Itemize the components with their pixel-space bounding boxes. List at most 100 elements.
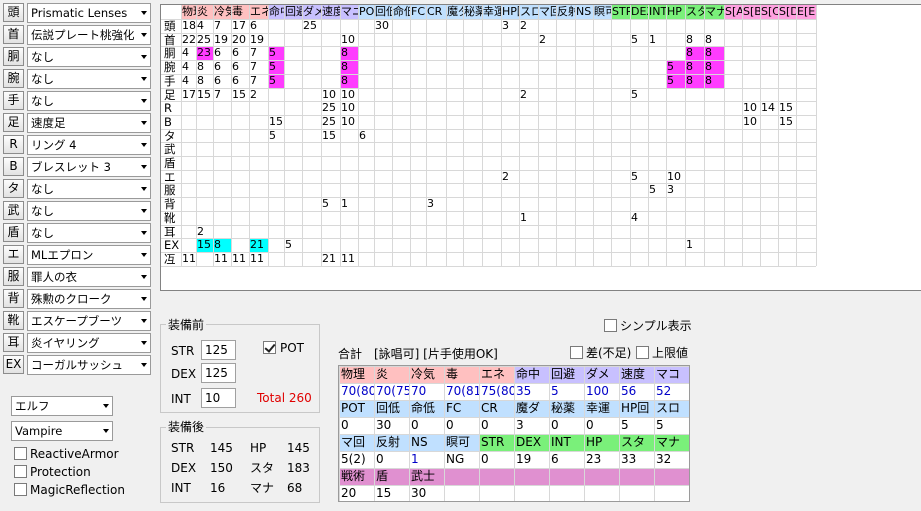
slot-button[interactable]: 頭 (3, 3, 24, 22)
slot-button[interactable]: 耳 (3, 333, 24, 352)
slot-select[interactable]: なし (27, 179, 151, 199)
grid-cell (796, 19, 816, 33)
buff-checkbox[interactable] (14, 447, 27, 460)
slot-button[interactable]: 武 (3, 201, 24, 220)
grid-cell (630, 197, 648, 211)
grid-cell (796, 33, 816, 47)
grid-cell (630, 129, 648, 143)
slot-select[interactable]: 炎イヤリング (27, 333, 151, 353)
slot-button[interactable]: 靴 (3, 311, 24, 330)
grid-cell (410, 115, 426, 129)
summary-header (514, 468, 549, 485)
grid-cell: 15 (779, 101, 793, 115)
slot-select[interactable]: 罪人の衣 (27, 267, 151, 287)
grid-cell (519, 197, 538, 211)
buff-checkbox[interactable] (14, 483, 27, 496)
grid-cell: 15 (196, 238, 213, 253)
slot-select[interactable]: なし (27, 223, 151, 243)
grid-cell (630, 115, 648, 129)
grid-cell (538, 252, 556, 266)
slot-select[interactable]: リング 4 (27, 135, 151, 155)
summary-value: 70(75) (376, 384, 409, 398)
grid-cell (358, 33, 374, 47)
slot-button[interactable]: EX (3, 355, 24, 374)
int-input[interactable]: 10 (201, 388, 236, 408)
grid-cell (302, 183, 321, 197)
slot-select[interactable]: なし (27, 201, 151, 221)
race-select[interactable]: エルフ (11, 396, 113, 416)
buff-checkbox[interactable] (14, 465, 27, 478)
vampire-select[interactable]: Vampire (11, 421, 113, 441)
summary-value: 19 (516, 452, 532, 466)
grid-cell (410, 170, 426, 184)
str-input[interactable]: 125 (201, 340, 236, 360)
grid-cell (593, 156, 611, 170)
slot-button[interactable]: 首 (3, 25, 24, 44)
grid-cell (519, 238, 538, 252)
slot-select[interactable]: なし (27, 91, 151, 111)
grid-cell (482, 129, 501, 143)
grid-cell (796, 74, 816, 88)
slot-select[interactable]: エスケープブーツ (27, 311, 151, 331)
dex-input[interactable]: 125 (201, 363, 236, 383)
slot-select-value: なし (31, 226, 54, 240)
slot-button[interactable]: タ (3, 179, 24, 198)
grid-cell (778, 183, 796, 197)
slot-select[interactable]: 殊勲のクローク (27, 289, 151, 309)
slot-select[interactable]: なし (27, 47, 151, 67)
slot-select[interactable]: 速度足 (27, 113, 151, 133)
slot-select-value: MLエプロン (31, 248, 94, 262)
slot-button[interactable]: 腕 (3, 69, 24, 88)
slot-select[interactable]: 伝説プレート桃強化 (27, 25, 151, 45)
slot-button[interactable]: 盾 (3, 223, 24, 242)
grid-line (501, 5, 502, 266)
grid-line (161, 225, 816, 226)
slot-button[interactable]: B (3, 157, 24, 176)
buff-label: ReactiveArmor (30, 447, 119, 461)
grid-col-header: HP (666, 5, 685, 19)
grid-cell (392, 211, 410, 225)
grid-cell (284, 197, 302, 211)
slot-button[interactable]: 足 (3, 113, 24, 132)
slot-button[interactable]: 手 (3, 91, 24, 110)
summary-header: 反射 (374, 434, 409, 451)
grid-cell (556, 33, 575, 47)
slot-button[interactable]: エ (3, 245, 24, 264)
slot-select[interactable]: ブレスレット 3 (27, 157, 151, 177)
grid-col-header: S[C (760, 5, 778, 19)
slot-button[interactable]: R (3, 135, 24, 154)
grid-cell (249, 211, 268, 225)
grid-line (161, 46, 816, 47)
slot-select[interactable]: Prismatic Lenses (27, 3, 151, 23)
diff-checkbox[interactable] (570, 346, 583, 359)
grid-cell (374, 197, 392, 211)
grid-cell: 1 (520, 210, 527, 224)
grid-cell (538, 46, 556, 60)
slot-row: 服罪人の衣 (3, 267, 151, 287)
slot-select[interactable]: MLエプロン (27, 245, 151, 265)
grid-cell (302, 74, 321, 88)
grid-cell (704, 142, 724, 156)
slot-button[interactable]: 背 (3, 289, 24, 308)
grid-cell (249, 225, 268, 239)
pot-checkbox[interactable] (263, 341, 276, 354)
slot-select[interactable]: なし (27, 69, 151, 89)
grid-cell (392, 19, 410, 33)
summary-value: 3 (516, 418, 524, 432)
simple-display-checkbox[interactable] (604, 319, 617, 332)
grid-cell (648, 129, 666, 143)
summary-header: CR (479, 400, 514, 417)
slot-button[interactable]: 服 (3, 267, 24, 286)
grid-col-header: 幸運 (482, 5, 501, 19)
slot-select[interactable]: コーガルサッシュ (27, 355, 151, 375)
grid-cell (593, 33, 611, 47)
limit-checkbox[interactable] (636, 346, 649, 359)
summary-table: 物理炎冷気毒エネ命中回避ダメ速度マコ 70(80)70(75)70 70(81)75… (338, 365, 690, 502)
grid-cell (268, 142, 284, 156)
slot-button[interactable]: 胴 (3, 47, 24, 66)
grid-cell (231, 183, 249, 197)
grid-cell (648, 170, 666, 184)
grid-cell (426, 74, 446, 88)
grid-col-header: DEX (630, 5, 648, 19)
grid-cell (482, 211, 501, 225)
